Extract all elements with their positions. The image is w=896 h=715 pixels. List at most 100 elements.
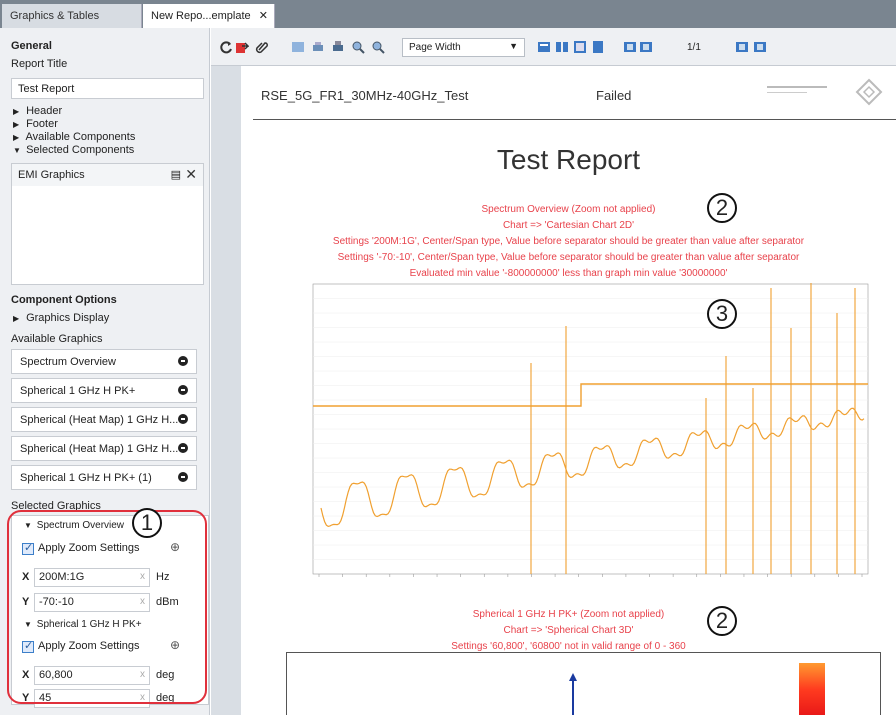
selected-graphic-header[interactable]: ▼ Spectrum Overview <box>24 520 124 531</box>
item-label: Spherical (Heat Map) 1 GHz H... <box>20 414 179 426</box>
y-unit: dBm <box>156 596 179 608</box>
collapse-arrow-icon: ▼ <box>13 146 21 155</box>
print-setup-icon[interactable] <box>331 40 345 54</box>
apply-zoom-checkbox[interactable] <box>22 639 34 653</box>
prev-page-icon[interactable] <box>623 40 637 54</box>
tree-item-available-components[interactable]: ▶ Available Components <box>13 131 135 144</box>
x-unit: Hz <box>156 571 170 583</box>
tab-label: New Repo...emplate <box>151 10 251 22</box>
callout-1: 1 <box>132 508 162 538</box>
document-icon[interactable] <box>591 40 605 54</box>
last-page-icon[interactable] <box>735 40 749 54</box>
selected-graphic-header[interactable]: ▼ Spherical 1 GHz H PK+ <box>24 619 142 630</box>
available-graphic-item[interactable]: Spherical 1 GHz H PK+ <box>11 378 197 403</box>
color-scale <box>799 663 825 715</box>
remove-icon[interactable]: ✕ <box>185 166 197 183</box>
add-icon[interactable] <box>178 472 188 482</box>
available-graphics-label: Available Graphics <box>11 333 103 345</box>
thumbnail-icon[interactable] <box>573 40 587 54</box>
component-options-heading: Component Options <box>11 294 117 306</box>
refresh-icon[interactable] <box>219 40 233 54</box>
tree-item-footer[interactable]: ▶ Footer <box>13 118 58 131</box>
apply-zoom-label: Apply Zoom Settings <box>38 640 140 652</box>
clear-icon[interactable]: x <box>140 571 145 582</box>
toolbar: Page Width ▼ 1/1 <box>211 28 896 66</box>
report-header-status: Failed <box>596 88 632 103</box>
expand-arrow-icon: ▶ <box>13 107 20 116</box>
collapse-arrow-icon: ▼ <box>24 620 32 629</box>
next-page-icon[interactable] <box>639 40 653 54</box>
axis-arrow-icon <box>569 673 577 715</box>
item-label: Spherical 1 GHz H PK+ <box>20 385 136 397</box>
export-icon[interactable] <box>235 40 249 54</box>
x-zoom-input[interactable]: 60,800 x <box>34 666 150 685</box>
available-graphic-item[interactable]: Spherical (Heat Map) 1 GHz H... <box>11 436 197 461</box>
tab-label: Graphics & Tables <box>10 10 100 22</box>
tree-item-label: Selected Components <box>26 144 135 156</box>
tab-graphics-tables[interactable]: Graphics & Tables <box>2 4 142 28</box>
report-title-input[interactable]: Test Report <box>11 78 204 99</box>
two-page-icon[interactable] <box>555 40 569 54</box>
clear-icon[interactable]: x <box>140 692 145 703</box>
y-unit: deg <box>156 692 175 704</box>
report-page: RSE_5G_FR1_30MHz-40GHz_Test Failed Test … <box>241 66 896 715</box>
selected-graphic-name: Spherical 1 GHz H PK+ <box>36 619 142 630</box>
zoom-mode-select[interactable]: Page Width ▼ <box>402 38 525 57</box>
add-icon[interactable] <box>178 356 188 366</box>
list-item-emi-graphics[interactable]: EMI Graphics ▤ ✕ <box>12 164 203 186</box>
tree-item-label: Graphics Display <box>26 312 110 324</box>
x-zoom-input[interactable]: 200M:1G x <box>34 568 150 587</box>
y-zoom-input[interactable]: -70:-10 x <box>34 593 150 612</box>
report-title-label: Report Title <box>11 58 68 70</box>
x-zoom-value: 60,800 <box>39 669 73 681</box>
print-icon[interactable] <box>311 40 325 54</box>
zoom-mode-value: Page Width <box>409 42 461 53</box>
available-graphic-item[interactable]: Spherical 1 GHz H PK+ (1) <box>11 465 197 490</box>
tab-bar: Graphics & Tables New Repo...emplate ✕ <box>0 0 896 28</box>
x-zoom-value: 200M:1G <box>39 571 85 583</box>
clear-icon[interactable]: x <box>140 596 145 607</box>
tree-item-label: Available Components <box>25 131 136 143</box>
x-axis-label: X <box>22 669 30 681</box>
zoom-out-icon[interactable] <box>371 40 385 54</box>
apply-zoom-checkbox[interactable] <box>22 541 34 555</box>
error-line: Settings '-70:-10', Center/Span type, Va… <box>337 252 800 263</box>
tree-item-selected-components[interactable]: ▼ Selected Components <box>13 144 134 157</box>
list-item-label: EMI Graphics <box>18 169 85 181</box>
available-graphic-item[interactable]: Spectrum Overview <box>11 349 197 374</box>
zoom-in-icon[interactable] <box>351 40 365 54</box>
y-zoom-input[interactable]: 45 x <box>34 689 150 708</box>
expand-arrow-icon: ▶ <box>13 120 20 129</box>
y-axis-label: Y <box>22 596 30 608</box>
first-page-icon[interactable] <box>291 40 305 54</box>
clipboard-icon[interactable]: ▤ <box>171 168 181 181</box>
collapse-arrow-icon: ▼ <box>24 521 32 530</box>
add-icon[interactable] <box>178 414 188 424</box>
report-preview: RSE_5G_FR1_30MHz-40GHz_Test Failed Test … <box>211 66 896 715</box>
y-zoom-value: 45 <box>39 692 52 704</box>
tree-item-graphics-display[interactable]: ▶ Graphics Display <box>13 312 109 325</box>
tab-new-report-template[interactable]: New Repo...emplate ✕ <box>143 4 275 28</box>
attach-icon[interactable] <box>255 40 269 54</box>
clear-icon[interactable]: x <box>140 669 145 680</box>
available-graphic-item[interactable]: Spherical (Heat Map) 1 GHz H... <box>11 407 197 432</box>
binoculars-icon[interactable]: ⊕ <box>170 638 180 652</box>
general-heading: General <box>11 40 52 52</box>
selected-graphics-label: Selected Graphics <box>11 500 101 512</box>
selected-graphic-name: Spectrum Overview <box>36 520 125 531</box>
error-line: Chart => 'Spherical Chart 3D' <box>503 625 634 636</box>
expand-arrow-icon: ▶ <box>13 133 20 142</box>
page-layout-icon[interactable] <box>537 40 551 54</box>
error-line: Chart => 'Cartesian Chart 2D' <box>502 220 635 231</box>
add-icon[interactable] <box>178 443 188 453</box>
x-axis-ticks <box>318 574 863 577</box>
tree-item-header[interactable]: ▶ Header <box>13 105 62 118</box>
close-icon[interactable]: ✕ <box>259 4 268 28</box>
report-header-title: RSE_5G_FR1_30MHz-40GHz_Test <box>261 88 469 103</box>
callout-3: 3 <box>707 299 737 329</box>
chevron-down-icon: ▼ <box>509 41 518 51</box>
binoculars-icon[interactable]: ⊕ <box>170 540 180 554</box>
add-icon[interactable] <box>178 385 188 395</box>
fit-page-icon[interactable] <box>753 40 767 54</box>
y-axis-label: Y <box>22 692 30 704</box>
